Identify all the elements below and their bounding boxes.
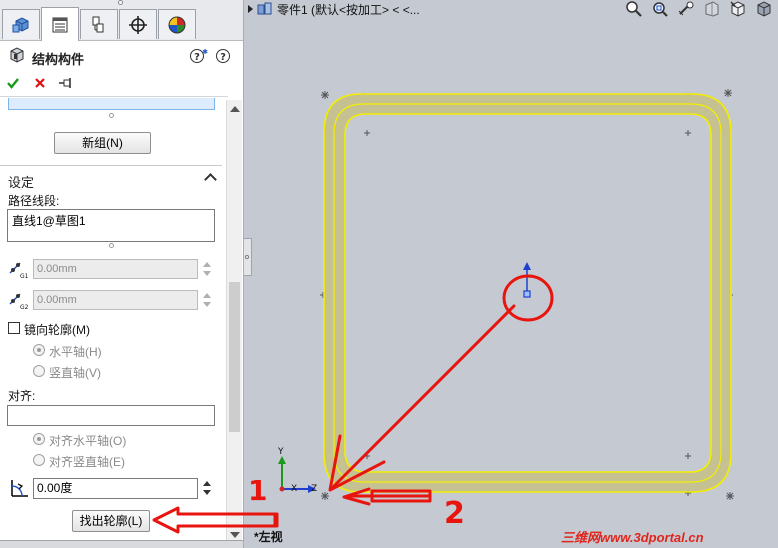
offset-g1-spinner[interactable]	[202, 259, 212, 279]
confirm-row	[0, 71, 243, 95]
collapse-chevron-icon[interactable]	[204, 173, 217, 186]
offset-g2-spinner[interactable]	[202, 290, 212, 310]
scroll-up-icon[interactable]	[230, 106, 240, 112]
offset-g1-field[interactable]: 0.00mm	[33, 259, 198, 279]
tab-dimxpert-manager[interactable]	[119, 9, 157, 39]
rotation-angle-icon	[11, 480, 28, 497]
annotation-overlay	[328, 274, 554, 506]
tab-property-manager[interactable]	[41, 7, 79, 41]
scroll-down-icon[interactable]	[230, 532, 240, 538]
spin-up-icon[interactable]	[203, 262, 211, 267]
rotation-angle-spinner[interactable]	[202, 478, 212, 498]
horizontal-axis-radio[interactable]	[33, 344, 45, 356]
tab-configuration-manager[interactable]	[80, 9, 118, 39]
view-orientation-label: *左视	[254, 530, 283, 544]
spin-down-icon[interactable]	[203, 490, 211, 495]
align-horizontal-radio[interactable]	[33, 433, 45, 445]
vertical-axis-radio[interactable]	[33, 365, 45, 377]
settings-section-title: 设定	[8, 175, 35, 190]
rotation-angle-field[interactable]: 0.00度	[33, 478, 198, 499]
path-segments-label: 路径线段:	[8, 194, 60, 208]
offset-g1-icon: G1	[9, 262, 29, 279]
tab-feature-manager[interactable]	[2, 9, 40, 39]
triad-x-label: X	[291, 484, 297, 494]
offset-g2-icon: G2	[9, 293, 29, 310]
cancel-x-icon[interactable]	[34, 77, 46, 89]
property-manager-icon	[52, 17, 68, 32]
svg-text:?: ?	[220, 52, 226, 63]
mirror-profile-checkbox[interactable]	[8, 322, 20, 334]
path-segments-list[interactable]: 直线1@草图1	[7, 209, 215, 242]
g1-subscript: G1	[20, 273, 29, 279]
locate-profile-button[interactable]: 找出轮廓(L)	[72, 510, 150, 532]
appearance-sphere-icon	[168, 16, 186, 33]
crosshair-icon	[129, 15, 147, 34]
ok-check-icon[interactable]	[6, 76, 20, 90]
manager-tab-bar	[0, 0, 243, 41]
align-selection-box[interactable]	[7, 405, 215, 426]
list-resize-handle[interactable]	[109, 243, 114, 248]
align-vertical-radio[interactable]	[33, 454, 45, 466]
feature-manager-icon	[12, 16, 29, 32]
mirror-profile-label: 镜向轮廓(M)	[24, 323, 90, 337]
new-group-button[interactable]: 新组(N)	[54, 132, 151, 154]
list-resize-handle[interactable]	[109, 113, 114, 118]
horizontal-axis-label: 水平轴(H)	[49, 345, 102, 359]
list-item[interactable]: 直线1@草图1	[8, 210, 214, 231]
help-question-icon[interactable]: ?	[215, 48, 231, 64]
triad-z-label: Z	[311, 484, 317, 494]
align-vertical-label: 对齐竖直轴(E)	[49, 455, 125, 469]
header-divider	[0, 96, 228, 97]
page-title: 结构构件	[32, 52, 85, 67]
spin-down-icon[interactable]	[203, 271, 211, 276]
structural-member-icon	[10, 47, 24, 63]
align-horizontal-label: 对齐水平轴(O)	[49, 434, 127, 448]
section-divider	[0, 165, 222, 166]
g2-subscript: G2	[20, 304, 29, 310]
spin-down-icon[interactable]	[203, 302, 211, 307]
offset-g2-field[interactable]: 0.00mm	[33, 290, 198, 310]
help-icon[interactable]: ? ✱	[190, 48, 208, 64]
selection-list-tail[interactable]	[8, 98, 215, 110]
graphics-viewport[interactable]: 零件1 (默认<按加工> < <... Y Z X 1 2 *左视 三维网www…	[244, 0, 778, 548]
vertical-axis-label: 竖直轴(V)	[49, 366, 101, 380]
annotation-number-1: 1	[248, 474, 268, 507]
bottom-tab-strip	[0, 540, 243, 548]
property-manager-header: 结构构件 ? ✱ ?	[0, 43, 243, 69]
triad-y-label: Y	[277, 447, 284, 457]
svg-text:?: ?	[194, 52, 200, 63]
annotation-number-2: 2	[444, 496, 465, 531]
model-canvas[interactable]: Y Z X	[244, 0, 778, 548]
tab-display-manager[interactable]	[158, 9, 196, 39]
align-label: 对齐:	[8, 389, 36, 403]
align-value[interactable]	[8, 406, 214, 410]
watermark-text: 三维网www.3dportal.cn	[561, 530, 704, 545]
scrollbar-thumb[interactable]	[229, 282, 240, 432]
configuration-manager-icon	[92, 16, 104, 32]
property-manager-panel: 结构构件 ? ✱ ? 新组(N) 设定 路径线段: 直线1@草图1 G1 0.0…	[0, 0, 244, 548]
panel-scrollbar[interactable]	[226, 100, 242, 546]
pierce-point-marker[interactable]	[523, 262, 531, 298]
spin-up-icon[interactable]	[203, 293, 211, 298]
pushpin-icon[interactable]	[58, 76, 74, 90]
spin-up-icon[interactable]	[203, 481, 211, 486]
svg-text:✱: ✱	[202, 48, 208, 56]
tab-bar-grip[interactable]	[118, 0, 123, 5]
